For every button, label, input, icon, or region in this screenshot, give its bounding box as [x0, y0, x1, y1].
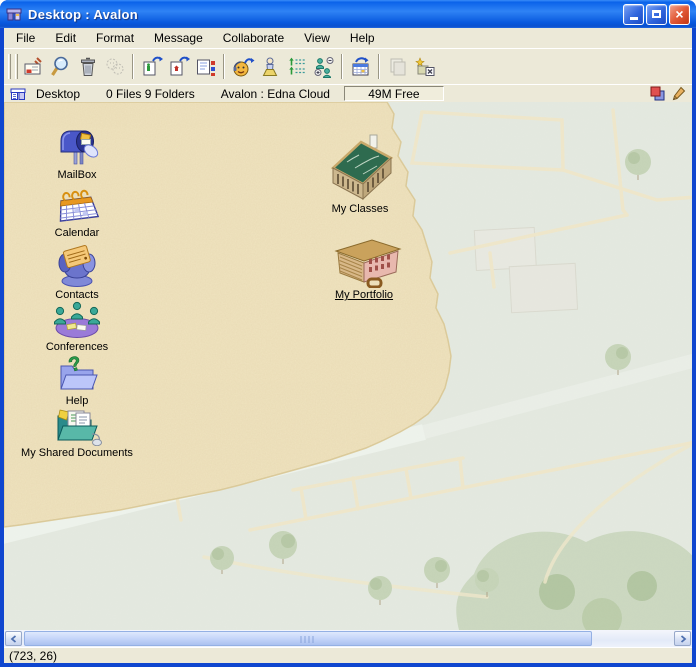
desktop-icon-calendar[interactable]: Calendar: [32, 186, 122, 239]
copy-button[interactable]: [384, 53, 411, 81]
mailbox-icon: [54, 124, 100, 168]
icon-label: My Shared Documents: [21, 447, 133, 459]
layers-icon[interactable]: [648, 86, 666, 102]
remove-item-icon: [413, 55, 437, 79]
horizontal-scrollbar[interactable]: [4, 630, 692, 647]
window-body: File Edit Format Message Collaborate Vie…: [4, 28, 692, 663]
item-properties-button[interactable]: [192, 53, 219, 81]
icon-label: My Portfolio: [335, 289, 393, 301]
desktop-icon-my-classes[interactable]: My Classes: [304, 130, 416, 215]
menu-bar: File Edit Format Message Collaborate Vie…: [4, 28, 692, 48]
permissions-icon: [312, 55, 336, 79]
desktop-icon-contacts[interactable]: Contacts: [30, 242, 124, 301]
scroll-left-button[interactable]: [5, 631, 22, 646]
copy-icon: [386, 55, 410, 79]
desktop-icon-mailbox[interactable]: MailBox: [32, 124, 122, 181]
new-calendar-event-icon: [349, 55, 373, 79]
menu-message[interactable]: Message: [144, 29, 213, 47]
minimize-icon: [630, 17, 638, 20]
maximize-icon: [652, 10, 661, 18]
chevron-right-icon: [679, 635, 687, 643]
status-bar: (723, 26): [4, 647, 692, 663]
desktop-icon-my-shared-documents[interactable]: My Shared Documents: [4, 404, 150, 459]
desktop-view-icon: [10, 86, 26, 102]
scrollbar-thumb[interactable]: [24, 631, 592, 646]
permissions-button[interactable]: [310, 53, 337, 81]
presentation-icon: [258, 55, 282, 79]
open-home-button[interactable]: [165, 53, 192, 81]
desktop-icon-my-portfolio[interactable]: My Portfolio: [308, 236, 420, 301]
menu-format[interactable]: Format: [86, 29, 144, 47]
chat-button[interactable]: [101, 53, 128, 81]
new-message-button[interactable]: [20, 53, 47, 81]
help-icon: ?: [55, 354, 99, 394]
icon-label: Calendar: [55, 227, 100, 239]
view-label: Desktop: [36, 87, 80, 101]
toolbar-separator-2: [223, 54, 225, 79]
menu-collaborate[interactable]: Collaborate: [213, 29, 294, 47]
presentation-button[interactable]: [256, 53, 283, 81]
instant-message-button[interactable]: [229, 53, 256, 81]
toolbar-separator-3: [341, 54, 343, 79]
desktop-window-icon: [6, 6, 22, 22]
maximize-button[interactable]: [646, 4, 667, 25]
chevron-left-icon: [10, 635, 18, 643]
file-folder-counts: 0 Files 9 Folders: [106, 87, 195, 101]
application-window: Desktop : Avalon × File Edit Format Mess…: [0, 0, 696, 667]
cursor-position: (723, 26): [9, 649, 57, 663]
history-button[interactable]: [283, 53, 310, 81]
desktop-icon-help[interactable]: ? Help: [32, 354, 122, 407]
search-button[interactable]: [47, 53, 74, 81]
desktop-icon-conferences[interactable]: Conferences: [28, 298, 126, 353]
desktop-content-area[interactable]: MailBox: [4, 102, 692, 630]
free-space-indicator: 49M Free: [344, 86, 444, 101]
menu-view[interactable]: View: [294, 29, 340, 47]
close-button[interactable]: ×: [669, 4, 690, 25]
toolbar-separator: [132, 54, 134, 79]
calendar-icon: [53, 186, 101, 226]
open-home-icon: [167, 55, 191, 79]
remove-item-button[interactable]: [411, 53, 438, 81]
toolbar-grip[interactable]: [8, 54, 11, 79]
chat-icon: [103, 55, 127, 79]
toolbar-grip-2[interactable]: [15, 54, 18, 79]
title-bar[interactable]: Desktop : Avalon ×: [0, 0, 696, 28]
minimize-button[interactable]: [623, 4, 644, 25]
history-icon: [285, 55, 309, 79]
new-calendar-event-button[interactable]: [347, 53, 374, 81]
open-selected-button[interactable]: [138, 53, 165, 81]
search-icon: [49, 55, 73, 79]
server-user-label: Avalon : Edna Cloud: [221, 87, 330, 101]
schoolhouse-icon: [323, 130, 397, 202]
info-bar: Desktop 0 Files 9 Folders Avalon : Edna …: [4, 84, 692, 102]
icon-label: MailBox: [57, 169, 96, 181]
icon-label: Conferences: [46, 341, 108, 353]
delete-icon: [76, 55, 100, 79]
menu-edit[interactable]: Edit: [45, 29, 86, 47]
portfolio-icon: [324, 236, 404, 288]
scroll-right-button[interactable]: [674, 631, 691, 646]
shared-documents-icon: [51, 404, 103, 446]
close-icon: ×: [675, 7, 683, 21]
window-title: Desktop : Avalon: [28, 7, 138, 22]
delete-button[interactable]: [74, 53, 101, 81]
conferences-icon: [50, 298, 104, 340]
menu-help[interactable]: Help: [340, 29, 385, 47]
contacts-icon: [52, 242, 102, 288]
new-message-icon: [22, 55, 46, 79]
item-properties-icon: [194, 55, 218, 79]
icon-label: My Classes: [332, 203, 389, 215]
edit-pencil-icon[interactable]: [672, 86, 686, 102]
instant-message-icon: [231, 55, 255, 79]
menu-file[interactable]: File: [6, 29, 45, 47]
toolbar-separator-4: [378, 54, 380, 79]
toolbar: [4, 48, 692, 84]
open-selected-icon: [140, 55, 164, 79]
